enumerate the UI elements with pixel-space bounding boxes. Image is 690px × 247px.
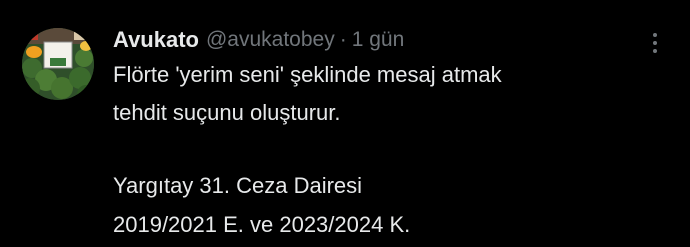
tweet-text-line: Flörte 'yerim seni' şeklinde mesaj atmak — [113, 62, 502, 87]
separator-dot: · — [339, 28, 347, 51]
tweet-text-line: 2019/2021 E. ve 2023/2024 K. — [113, 212, 411, 237]
display-name[interactable]: Avukato — [113, 27, 199, 53]
user-handle[interactable]: @avukatobey — [206, 28, 335, 52]
avatar-image — [22, 28, 94, 100]
tweet-text-line: tehdit suçunu oluşturur. — [113, 100, 341, 125]
tweet-text-line: Yargıtay 31. Ceza Dairesi — [113, 173, 363, 198]
more-vertical-icon[interactable] — [645, 29, 665, 57]
tweet-timestamp[interactable]: 1 gün — [352, 28, 405, 52]
avatar[interactable] — [22, 28, 94, 100]
tweet[interactable]: Avukato @avukatobey · 1 gün Flörte 'yeri… — [0, 0, 690, 247]
tweet-header: Avukato @avukatobey · 1 gün — [113, 25, 404, 55]
